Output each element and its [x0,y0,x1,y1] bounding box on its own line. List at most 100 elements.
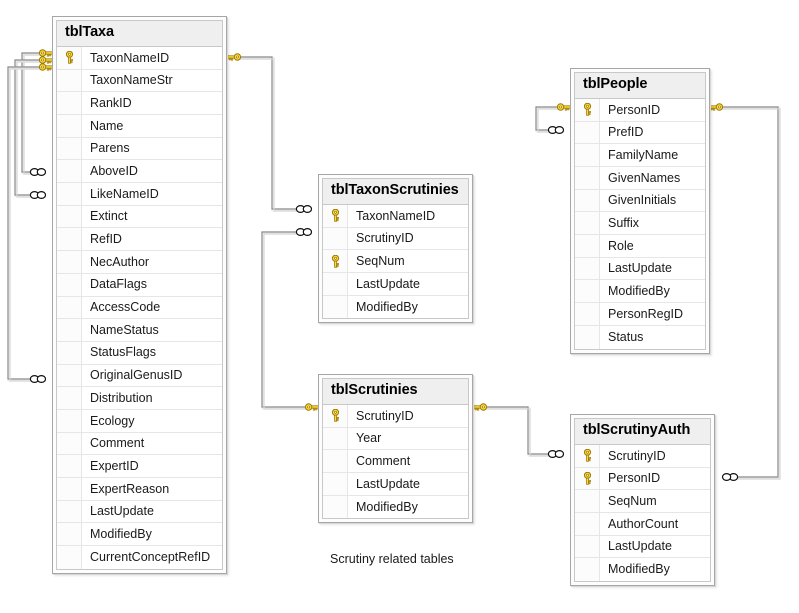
field-row[interactable]: SeqNum [575,490,710,513]
field-row[interactable]: Year [323,427,468,451]
field-name: Distribution [90,390,153,405]
key-cell-empty [57,92,82,114]
relationship-line-highlight-rel-taxa-aboveid [21,52,45,175]
field-row[interactable]: LastUpdate [323,473,468,496]
field-name: AboveID [90,163,138,178]
field-row[interactable]: DataFlags [57,273,222,297]
field-row[interactable]: Comment [323,450,468,473]
field-row[interactable]: Extinct [57,205,222,229]
relationship-one-key-marker-rel-people-prefid [556,103,572,111]
field-name: LastUpdate [608,261,672,276]
field-row[interactable]: Distribution [57,387,222,410]
field-name: Comment [356,453,411,468]
field-row[interactable]: ModifiedBy [575,280,705,304]
field-name: CurrentConceptRefID [90,550,211,565]
entity-table-inner: tblPeople PersonID PrefID FamilyName GivenNa… [574,72,706,350]
field-name: ScrutinyID [608,448,666,463]
field-name: SeqNum [356,253,405,268]
key-cell-empty [57,387,82,409]
entity-table-tblTaxa[interactable]: tblTaxa TaxonNameID TaxonNameStr RankID Name… [52,16,227,574]
field-row[interactable]: GivenInitials [575,189,705,213]
field-row[interactable]: LastUpdate [575,535,710,559]
field-row[interactable]: Role [575,235,705,258]
field-row[interactable]: TaxonNameStr [57,69,222,93]
field-row[interactable]: LastUpdate [575,257,705,281]
field-row[interactable]: TaxonNameID [57,46,222,70]
field-row[interactable]: TaxonNameID [323,204,468,228]
field-row[interactable]: ScrutinyID [323,227,468,251]
field-row[interactable]: ModifiedBy [323,495,468,519]
key-cell-primary [575,444,600,467]
field-row[interactable]: NecAuthor [57,251,222,274]
field-row[interactable]: ScrutinyID [575,444,710,468]
field-row[interactable]: AccessCode [57,296,222,320]
field-row[interactable]: Comment [57,432,222,456]
key-cell-empty [575,535,600,558]
key-cell-empty [57,137,82,160]
field-row[interactable]: ModifiedBy [323,295,468,319]
field-row[interactable]: NameStatus [57,319,222,342]
field-row[interactable]: OriginalGenusID [57,364,222,388]
field-name: LastUpdate [356,476,420,491]
field-row[interactable]: PersonID [575,467,710,491]
field-row[interactable]: CurrentConceptRefID [57,546,222,569]
key-cell-primary [323,250,348,272]
relationship-many-infinity-marker-rel-taxa-likenameid [29,190,47,200]
field-row[interactable]: AuthorCount [575,513,710,536]
relationship-many-infinity-marker-rel-scrutinies-taxonscrutinies [295,227,313,237]
field-row[interactable]: PrefID [575,121,705,145]
field-row[interactable]: AboveID [57,160,222,184]
field-name: Role [608,238,634,253]
field-row[interactable]: LastUpdate [323,273,468,296]
entity-table-tblScrutinyAuth[interactable]: tblScrutinyAuth ScrutinyID PersonID SeqNum A… [570,414,715,587]
field-name: Name [90,118,124,133]
entity-table-tblPeople[interactable]: tblPeople PersonID PrefID FamilyName GivenNa… [570,68,710,354]
relationship-line-shadow-rel-taxa-originalgenusid [9,68,46,382]
field-row[interactable]: RankID [57,92,222,115]
field-row[interactable]: ExpertReason [57,478,222,501]
field-row[interactable]: LikeNameID [57,183,222,206]
field-row[interactable]: PersonID [575,98,705,122]
entity-table-tblScrutinies[interactable]: tblScrutinies ScrutinyID Year Comment LastUp… [318,374,473,524]
relationship-line-highlight-rel-taxa-likenameid [14,59,45,198]
entity-table-inner: tblTaxonScrutinies TaxonNameID ScrutinyID S… [322,178,469,320]
relationship-line-rel-taxa-aboveid [21,52,44,173]
key-cell-empty [57,500,82,523]
field-row[interactable]: ModifiedBy [575,558,710,582]
field-row[interactable]: Status [575,325,705,349]
field-row[interactable]: ScrutinyID [323,404,468,428]
relationship-line-shadow-rel-people-scrutinyauth [720,108,781,480]
relationship-one-key-marker-rel-people-scrutinyauth [708,103,724,111]
field-row[interactable]: GivenNames [575,167,705,190]
field-name: Status [608,329,644,344]
field-row[interactable]: ModifiedBy [57,523,222,547]
field-row[interactable]: Name [57,115,222,138]
field-row[interactable]: Parens [57,137,222,161]
field-row[interactable]: FamilyName [575,144,705,167]
field-name: ModifiedBy [356,299,418,314]
field-row[interactable]: Suffix [575,212,705,236]
entity-table-title: tblScrutinies [323,379,468,404]
entity-table-tblTaxonScrutinies[interactable]: tblTaxonScrutinies TaxonNameID ScrutinyID S… [318,174,473,324]
relationship-line-highlight-rel-scrutinies-scrutinyauth [483,406,563,457]
field-row[interactable]: PersonRegID [575,303,705,326]
primary-key-icon [65,51,73,64]
field-row[interactable]: StatusFlags [57,341,222,365]
field-name: StatusFlags [90,345,157,360]
field-name: ScrutinyID [356,231,414,246]
entity-table-inner: tblScrutinies ScrutinyID Year Comment LastUp… [322,378,469,520]
field-row[interactable]: Ecology [57,409,222,433]
entity-table-title: tblPeople [575,73,705,98]
field-row[interactable]: SeqNum [323,250,468,273]
primary-key-icon [331,254,339,268]
relationship-line-highlight-rel-taxa-taxonscrutinies [237,56,311,212]
key-cell-primary [323,204,348,227]
field-list: TaxonNameID ScrutinyID SeqNum LastUpdate Mod… [323,203,468,319]
field-row[interactable]: LastUpdate [57,500,222,524]
key-cell-empty [323,495,348,519]
field-row[interactable]: RefID [57,228,222,252]
key-cell-empty [57,273,82,296]
field-name: ModifiedBy [90,526,152,541]
field-row[interactable]: ExpertID [57,455,222,478]
key-cell-empty [323,227,348,250]
